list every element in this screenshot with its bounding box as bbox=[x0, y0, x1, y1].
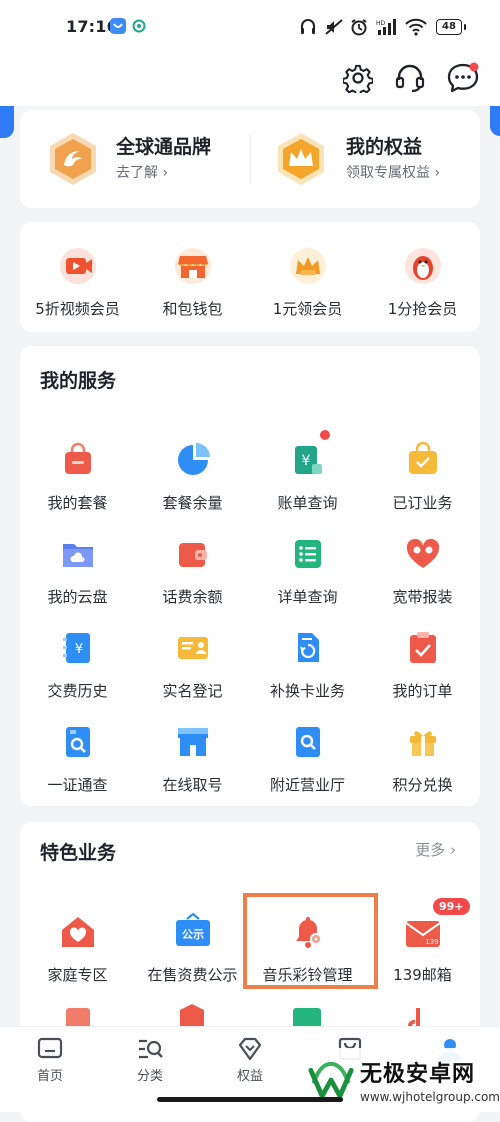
wallet-icon bbox=[178, 543, 207, 567]
service-real-name[interactable]: 实名登记 bbox=[135, 626, 250, 701]
message-icon bbox=[447, 62, 479, 93]
banner-edge-right bbox=[490, 106, 500, 136]
pie-chart-icon bbox=[177, 443, 210, 475]
featured-title: 特色业务 bbox=[40, 842, 117, 864]
id-search-icon bbox=[65, 727, 90, 757]
sim-card-icon bbox=[297, 633, 319, 662]
peek-icon-4 bbox=[402, 1000, 442, 1026]
service-cloud-drive[interactable]: 我的云盘 bbox=[20, 532, 135, 607]
store-icon bbox=[177, 728, 208, 756]
peek-icon-1 bbox=[58, 1000, 98, 1026]
rights-subtitle[interactable]: 领取专属权益 › bbox=[346, 162, 440, 182]
video-icon bbox=[59, 248, 96, 284]
vip-crown-icon bbox=[289, 248, 326, 284]
headphones-status-icon bbox=[301, 19, 315, 34]
quick-entry-1cent-vip[interactable]: 1分抢会员 bbox=[365, 244, 480, 319]
top-header bbox=[0, 56, 500, 106]
notice-board-icon: 公示 bbox=[175, 913, 210, 946]
featured-family-zone[interactable]: 家庭专区 bbox=[20, 910, 135, 985]
status-bar: 17:16 HD 48 bbox=[0, 0, 500, 56]
quick-entry-1yuan-vip[interactable]: 1元领会员 bbox=[250, 244, 365, 319]
svg-text:¥: ¥ bbox=[74, 642, 82, 657]
quick-entry-card: 5折视频会员 和包钱包 1元领会员 1分抢会员 bbox=[20, 222, 480, 332]
quick-entry-video-vip[interactable]: 5折视频会员 bbox=[20, 244, 135, 319]
service-broadband[interactable]: 宽带报装 bbox=[365, 532, 480, 607]
watermark-url: www.wjhotelgroup.com bbox=[360, 1089, 500, 1104]
bill-icon: ¥ bbox=[294, 446, 322, 474]
service-points-exchange[interactable]: 积分兑换 bbox=[365, 720, 480, 795]
ringtone-highlight-box bbox=[243, 893, 378, 989]
wifi-icon bbox=[405, 18, 427, 36]
svg-text:¥: ¥ bbox=[301, 453, 310, 469]
app-notification-icon bbox=[110, 18, 126, 34]
service-my-orders[interactable]: 我的订单 bbox=[365, 626, 480, 701]
service-bill-query[interactable]: ¥ 账单查询 bbox=[250, 430, 365, 513]
gift-icon bbox=[409, 731, 436, 756]
banner-edge-left bbox=[0, 106, 14, 138]
signal-icon: HD bbox=[376, 19, 396, 35]
tab-rights[interactable]: 权益 bbox=[200, 1035, 300, 1084]
settings-icon bbox=[343, 64, 373, 93]
svg-text:公示: 公示 bbox=[182, 928, 204, 941]
featured-tariff-notice[interactable]: 公示 在售资费公示 bbox=[135, 910, 250, 985]
mail-count-badge: 99+ bbox=[433, 898, 470, 915]
home-tab-icon bbox=[37, 1037, 63, 1059]
service-online-ticket[interactable]: 在线取号 bbox=[135, 720, 250, 795]
brand-title: 全球通品牌 bbox=[116, 136, 212, 158]
featured-139-mail[interactable]: 139 139邮箱 bbox=[365, 910, 480, 985]
rights-promo[interactable]: 我的权益 领取专属权益 › bbox=[250, 110, 480, 208]
alarm-icon bbox=[351, 19, 367, 36]
tab-category[interactable]: 分类 bbox=[100, 1035, 200, 1084]
service-sim-replace[interactable]: 补换卡业务 bbox=[250, 626, 365, 701]
home-heart-icon bbox=[61, 917, 94, 947]
brand-subtitle[interactable]: 去了解 › bbox=[116, 162, 168, 182]
penguin-icon bbox=[404, 248, 441, 284]
category-tab-icon bbox=[139, 1039, 163, 1059]
cloud-folder-icon bbox=[62, 544, 93, 567]
service-payment-history[interactable]: ¥ 交费历史 bbox=[20, 626, 135, 701]
service-phone-balance[interactable]: 话费余额 bbox=[135, 532, 250, 607]
customer-service-button[interactable] bbox=[390, 58, 430, 98]
new-dot bbox=[320, 430, 330, 440]
mute-icon bbox=[325, 19, 343, 35]
promo-card: 全球通品牌 去了解 › 我的权益 领取专属权益 › bbox=[20, 110, 480, 208]
list-icon bbox=[294, 540, 321, 568]
tab-home[interactable]: 首页 bbox=[0, 1035, 100, 1084]
service-package-balance[interactable]: 套餐余量 bbox=[135, 438, 250, 513]
subscribed-icon bbox=[408, 442, 437, 474]
crown-badge-icon bbox=[278, 133, 324, 185]
service-detail-query[interactable]: 详单查询 bbox=[250, 532, 365, 607]
messages-button[interactable] bbox=[443, 58, 483, 98]
rights-title: 我的权益 bbox=[346, 136, 423, 158]
broadband-heart-icon bbox=[406, 538, 439, 568]
network-icon bbox=[132, 19, 146, 33]
svg-text:139: 139 bbox=[425, 938, 438, 946]
my-services-card: 我的服务 我的套餐 套餐余量 ¥ 账单查询 已订业务 我的云盘 话费余额 详单查… bbox=[20, 346, 480, 806]
service-id-query[interactable]: 一证通查 bbox=[20, 720, 135, 795]
service-subscribed[interactable]: 已订业务 bbox=[365, 438, 480, 513]
service-nearby-store[interactable]: 附近营业厅 bbox=[250, 720, 365, 795]
nearby-store-icon bbox=[295, 727, 320, 757]
id-card-icon bbox=[177, 637, 208, 659]
featured-more-link[interactable]: 更多 › bbox=[415, 839, 456, 860]
brand-promo[interactable]: 全球通品牌 去了解 › bbox=[20, 110, 250, 208]
shop-icon bbox=[174, 248, 211, 284]
home-indicator bbox=[157, 1097, 343, 1102]
mail-icon: 139 bbox=[404, 921, 441, 947]
svg-text:HD: HD bbox=[376, 20, 386, 27]
settings-button[interactable] bbox=[338, 58, 378, 98]
battery-indicator: 48 bbox=[436, 19, 466, 35]
customer-service-icon bbox=[395, 64, 425, 93]
payment-history-icon: ¥ bbox=[62, 633, 90, 663]
diamond-tab-icon bbox=[238, 1037, 262, 1061]
peek-icon-3 bbox=[287, 1000, 327, 1026]
quick-entry-wallet[interactable]: 和包钱包 bbox=[135, 244, 250, 319]
watermark-title: 无极安卓网 bbox=[360, 1061, 476, 1087]
services-title: 我的服务 bbox=[40, 370, 117, 392]
peek-icon-2 bbox=[172, 1000, 212, 1026]
service-my-package[interactable]: 我的套餐 bbox=[20, 438, 135, 513]
order-icon bbox=[409, 632, 436, 663]
package-icon bbox=[64, 442, 91, 474]
brand-logo-icon bbox=[50, 133, 96, 185]
